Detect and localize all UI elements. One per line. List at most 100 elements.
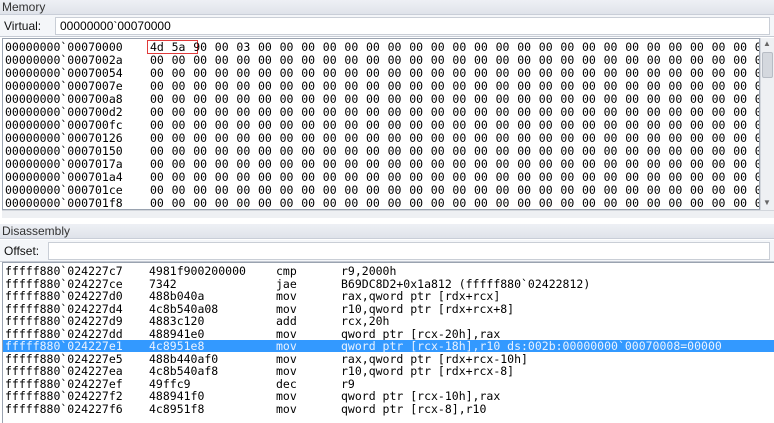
memory-byte: 00 (733, 196, 748, 210)
instruction-operands: B69DC8D2+0x1a812 (fffff880`02422812) (341, 276, 591, 291)
instruction-bytes: 4981f900200000 (149, 264, 246, 278)
disassembly-row-selected[interactable]: fffff880`024227e1 4c8951e8 mov qword ptr [r… (3, 340, 774, 352)
instruction-mnemonic: cmp (276, 264, 297, 278)
instruction-address: fffff880`024227c7 (5, 264, 123, 278)
instruction-mnemonic: mov (276, 389, 297, 403)
instruction-operands: r9,2000h (341, 264, 397, 278)
memory-byte: 00 (711, 196, 726, 210)
memory-byte: 00 (560, 196, 575, 210)
instruction-mnemonic: mov (276, 326, 297, 341)
memory-byte: 00 (366, 196, 380, 210)
instruction-address: fffff880`024227e5 (5, 351, 123, 366)
memory-byte: 00 (430, 196, 445, 210)
instruction-bytes: 488941e0 (149, 326, 205, 341)
memory-byte: 00 (603, 196, 618, 210)
instruction-address: fffff880`024227d0 (5, 289, 123, 303)
instruction-operands: qword ptr [rcx-10h],rax (341, 389, 501, 403)
instruction-address: fffff880`024227ce (5, 276, 123, 291)
disassembly-offset-bar: Offset: (0, 240, 774, 262)
instruction-address: fffff880`024227f2 (5, 389, 123, 403)
instruction-mnemonic: mov (276, 364, 297, 378)
instruction-operands: rcx,20h (341, 314, 390, 328)
memory-byte: 00 (690, 196, 704, 210)
disassembly-row[interactable]: fffff880`024227f6 4c8951f8 mov qword ptr [r… (3, 403, 774, 415)
instruction-bytes: 488b040a (149, 289, 205, 303)
disassembly-row[interactable]: fffff880`024227f2 488941f0 mov qword ptr [r… (3, 390, 774, 402)
instruction-mnemonic: mov (276, 289, 297, 303)
disassembly-row[interactable]: fffff880`024227d9 4883c120 add rcx,20h (3, 315, 774, 327)
instruction-operands: qword ptr [rcx-18h],r10 ds:002b:00000000… (341, 339, 722, 353)
memory-byte: 00 (517, 196, 532, 210)
disassembly-row[interactable]: fffff880`024227dd 488941e0 mov qword ptr [r… (3, 328, 774, 340)
scroll-up-icon[interactable]: ▲ (763, 40, 771, 48)
instruction-address: fffff880`024227ea (5, 364, 123, 378)
instruction-mnemonic: mov (276, 301, 297, 316)
memory-byte: 00 (193, 196, 208, 210)
instruction-bytes: 4883c120 (149, 314, 205, 328)
instruction-address: fffff880`024227ef (5, 376, 123, 391)
disassembly-row[interactable]: fffff880`024227d4 4c8b540a08 mov r10,qword … (3, 303, 774, 315)
disassembly-row[interactable]: fffff880`024227ea 4c8b540af8 mov r10,qword … (3, 365, 774, 377)
memory-byte: 00 (236, 196, 251, 210)
instruction-operands: r10,qword ptr [rdx+rcx-8] (341, 364, 515, 378)
instruction-bytes: 4c8951f8 (149, 401, 205, 416)
instruction-mnemonic: jae (276, 276, 297, 291)
memory-byte: 00 (474, 196, 488, 210)
instruction-address: fffff880`024227dd (5, 326, 123, 341)
memory-byte: 00 (387, 196, 402, 210)
memory-byte: 00 (538, 196, 553, 210)
offset-input[interactable] (48, 242, 770, 260)
memory-pane-title: Memory (0, 0, 774, 15)
instruction-mnemonic: add (276, 314, 297, 328)
instruction-operands: rax,qword ptr [rdx+rcx] (341, 289, 501, 303)
memory-byte: 00 (646, 196, 661, 210)
instruction-mnemonic: mov (276, 339, 297, 353)
disassembly-pane-title: Disassembly (0, 224, 774, 239)
memory-byte: 00 (625, 196, 640, 210)
instruction-bytes: 4c8b540a08 (149, 301, 219, 316)
instruction-address: fffff880`024227d9 (5, 314, 123, 328)
instruction-mnemonic: mov (276, 401, 297, 416)
scroll-down-icon[interactable]: ▼ (763, 199, 771, 207)
memory-hex-view[interactable]: 00000000`00070000 4d 5a 90 00 03 00 00 00 00 00 00 0… (2, 38, 760, 210)
instruction-address: fffff880`024227f6 (5, 401, 123, 416)
instruction-operands: qword ptr [rcx-8],r10 (341, 401, 487, 416)
memory-byte: 00 (171, 196, 186, 210)
virtual-address-input[interactable] (55, 17, 770, 35)
instruction-mnemonic: dec (276, 376, 297, 391)
memory-row-address: 00000000`000701f8 (5, 196, 123, 210)
disassembly-listing[interactable]: fffff880`024227c7 4981f900200000 cmp r9,200… (2, 262, 774, 423)
instruction-bytes: 49ffc9 (149, 376, 191, 391)
memory-byte: 00 (279, 196, 294, 210)
instruction-bytes: 4c8b540af8 (149, 364, 219, 378)
memory-horizontal-scrollbar[interactable] (2, 210, 774, 218)
disassembly-row[interactable]: fffff880`024227e5 488b440af0 mov rax,qword … (3, 353, 774, 365)
instruction-mnemonic: mov (276, 351, 297, 366)
memory-byte: 00 (668, 196, 683, 210)
memory-row: 00000000`000701f8 00 00 00 00 00 00 00 00 00 00 00 0… (3, 196, 759, 210)
instruction-address: fffff880`024227e1 (5, 339, 123, 353)
instruction-operands: qword ptr [rcx-20h],rax (341, 326, 501, 341)
disassembly-row[interactable]: fffff880`024227d0 488b040a mov rax,qword pt… (3, 290, 774, 302)
memory-byte: 00 (409, 196, 424, 210)
instruction-operands: rax,qword ptr [rdx+rcx-10h] (341, 351, 528, 366)
virtual-label: Virtual: (4, 19, 42, 33)
disassembly-row[interactable]: fffff880`024227c7 4981f900200000 cmp r9,200… (3, 265, 774, 277)
disassembly-row[interactable]: fffff880`024227ce 7342 jae B69DC8D2+0x1a812… (3, 278, 774, 290)
instruction-bytes: 488941f0 (149, 389, 205, 403)
disassembly-row[interactable]: fffff880`024227ef 49ffc9 dec r9 (3, 378, 774, 390)
memory-byte: 00 (322, 196, 337, 210)
instruction-bytes: 488b440af0 (149, 351, 219, 366)
memory-byte: 00 (214, 196, 229, 210)
memory-byte: 00 (150, 196, 164, 210)
memory-byte: 00 (258, 196, 272, 210)
memory-byte: 00 (301, 196, 316, 210)
memory-byte: 00 (452, 196, 467, 210)
memory-byte: 00 (344, 196, 359, 210)
instruction-operands: r10,qword ptr [rdx+rcx+8] (341, 301, 515, 316)
instruction-bytes: 4c8951e8 (149, 339, 205, 353)
instruction-address: fffff880`024227d4 (5, 301, 123, 316)
memory-vertical-scrollbar[interactable]: ▲ ▼ (760, 38, 774, 210)
memory-address-bar: Virtual: (0, 15, 774, 37)
memory-scroll-thumb[interactable] (762, 52, 773, 78)
